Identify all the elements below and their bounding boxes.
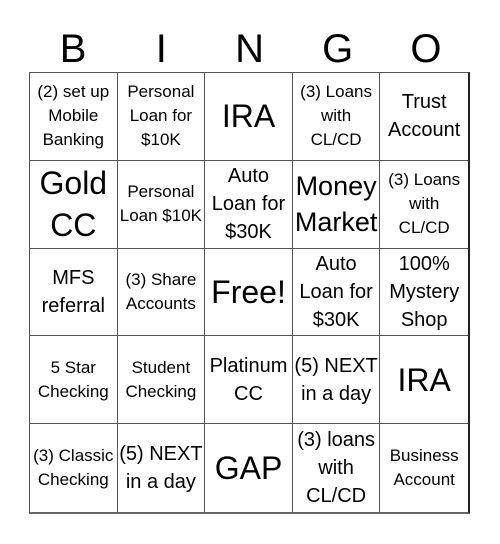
- cell-label: IRA: [397, 361, 451, 398]
- cell-label: Business Account: [389, 446, 459, 490]
- bingo-cell-n4[interactable]: Platinum CC: [205, 336, 293, 425]
- bingo-cell-b4[interactable]: 5 Star Checking: [30, 336, 118, 425]
- header-letter-b: B: [59, 27, 87, 71]
- bingo-cell-o2[interactable]: (3) Loans with CL/CD: [380, 161, 468, 249]
- cell-label: Personal Loan $10K: [119, 182, 203, 226]
- cell-label: Personal Loan for $10K: [127, 82, 195, 150]
- bingo-cell-g3[interactable]: Auto Loan for $30K: [292, 248, 381, 337]
- cell-label: Platinum CC: [209, 354, 288, 405]
- cell-label: Money Market: [294, 171, 378, 238]
- cell-label: Free!: [211, 273, 286, 310]
- cell-label: (3) loans with CL/CD: [297, 429, 375, 508]
- cell-label: Gold CC: [39, 165, 108, 244]
- bingo-header: B I N G O: [29, 26, 470, 72]
- bingo-cell-n5[interactable]: GAP: [205, 424, 293, 512]
- bingo-cell-n3[interactable]: Free!: [205, 248, 293, 337]
- header-letter-o: O: [410, 27, 442, 71]
- cell-label: Student Checking: [125, 357, 197, 401]
- bingo-cell-o3[interactable]: 100% Mystery Shop: [380, 249, 468, 337]
- cell-label: (3) Loans with CL/CD: [388, 170, 461, 238]
- bingo-cell-g2[interactable]: Money Market: [292, 160, 381, 249]
- bingo-grid: (2) set up Mobile Banking Personal Loan f…: [29, 72, 470, 514]
- cell-label: IRA: [221, 98, 276, 135]
- bingo-cell-b2[interactable]: Gold CC: [30, 160, 118, 249]
- bingo-cell-o4[interactable]: IRA: [380, 336, 468, 425]
- bingo-cell-o5[interactable]: Business Account: [380, 424, 468, 512]
- bingo-cell-i5[interactable]: (5) NEXT in a day: [118, 424, 206, 512]
- bingo-cell-g1[interactable]: (3) Loans with CL/CD: [292, 73, 381, 161]
- header-letter-n: N: [235, 27, 264, 71]
- cell-label: (3) Classic Checking: [33, 446, 114, 490]
- bingo-cell-n1[interactable]: IRA: [205, 73, 293, 161]
- bingo-cell-i3[interactable]: (3) Share Accounts: [117, 248, 206, 337]
- cell-label: (3) Loans with CL/CD: [300, 82, 372, 150]
- cell-label: Trust Account: [388, 91, 461, 142]
- cell-label: (2) set up Mobile Banking: [37, 82, 110, 150]
- cell-label: MFS referral: [41, 266, 105, 317]
- cell-label: GAP: [214, 450, 283, 487]
- cell-label: 5 Star Checking: [37, 357, 109, 401]
- cell-label: Auto Loan for $30K: [211, 165, 286, 244]
- header-letter-i: I: [155, 27, 167, 71]
- bingo-cell-g4[interactable]: (5) NEXT in a day: [292, 336, 381, 425]
- bingo-cell-o1[interactable]: Trust Account: [380, 73, 468, 161]
- bingo-cell-g5[interactable]: (3) loans with CL/CD: [293, 424, 381, 512]
- bingo-cell-b3[interactable]: MFS referral: [30, 248, 118, 337]
- bingo-cell-n2[interactable]: Auto Loan for $30K: [205, 160, 293, 249]
- cell-label: 100% Mystery Shop: [389, 252, 460, 331]
- cell-label: Auto Loan for $30K: [299, 252, 373, 331]
- bingo-cell-i4[interactable]: Student Checking: [117, 336, 206, 425]
- header-letter-g: G: [322, 27, 354, 71]
- cell-label: (5) NEXT in a day: [119, 443, 203, 494]
- bingo-cell-b1[interactable]: (2) set up Mobile Banking: [30, 73, 118, 161]
- cell-label: (5) NEXT in a day: [294, 354, 378, 405]
- bingo-cell-i2[interactable]: Personal Loan $10K: [117, 160, 206, 249]
- bingo-cell-b5[interactable]: (3) Classic Checking: [30, 424, 118, 512]
- bingo-cell-i1[interactable]: Personal Loan for $10K: [117, 73, 206, 161]
- cell-label: (3) Share Accounts: [125, 269, 197, 313]
